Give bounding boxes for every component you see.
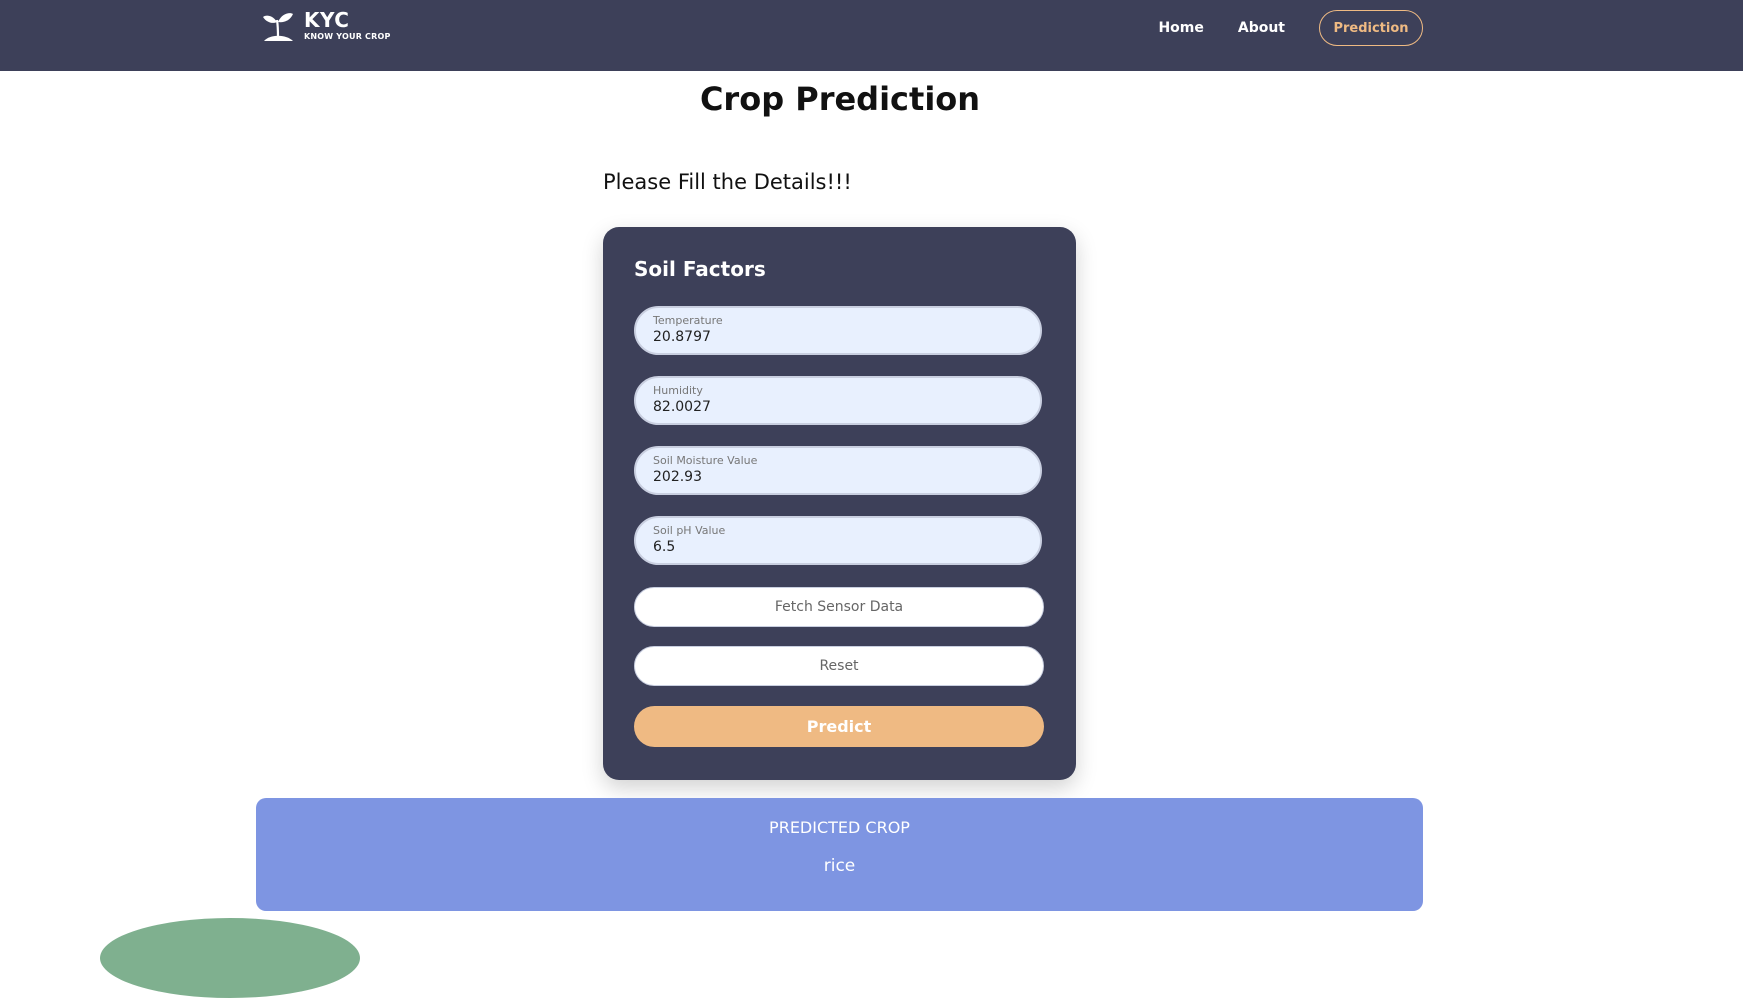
soil-moisture-input[interactable] bbox=[653, 469, 1013, 485]
humidity-input[interactable] bbox=[653, 399, 1013, 415]
result-value: rice bbox=[823, 856, 856, 876]
decorative-curve bbox=[100, 918, 360, 998]
humidity-label: Humidity bbox=[653, 384, 703, 397]
temperature-field[interactable]: Temperature bbox=[634, 306, 1042, 355]
soil-ph-field[interactable]: Soil pH Value bbox=[634, 516, 1042, 565]
soil-moisture-label: Soil Moisture Value bbox=[653, 454, 758, 467]
brand-title: KYC bbox=[304, 8, 350, 32]
nav-home-link[interactable]: Home bbox=[1158, 20, 1203, 36]
nav-prediction-button[interactable]: Prediction bbox=[1319, 10, 1423, 46]
fetch-sensor-data-button[interactable]: Fetch Sensor Data bbox=[634, 587, 1044, 627]
reset-button[interactable]: Reset bbox=[634, 646, 1044, 686]
nav-about-link[interactable]: About bbox=[1238, 20, 1285, 36]
card-title: Soil Factors bbox=[634, 257, 766, 281]
soil-moisture-field[interactable]: Soil Moisture Value bbox=[634, 446, 1042, 495]
temperature-input[interactable] bbox=[653, 329, 1013, 345]
result-label: PREDICTED CROP bbox=[769, 818, 910, 837]
temperature-label: Temperature bbox=[653, 314, 723, 327]
plant-sprout-icon bbox=[263, 13, 293, 41]
nav-links: Home About Prediction bbox=[1158, 10, 1423, 46]
brand-subtitle: KNOW YOUR CROP bbox=[304, 32, 391, 41]
humidity-field[interactable]: Humidity bbox=[634, 376, 1042, 425]
result-box: PREDICTED CROP rice bbox=[256, 798, 1423, 911]
predict-button[interactable]: Predict bbox=[634, 706, 1044, 747]
page-subtitle: Please Fill the Details!!! bbox=[603, 170, 852, 194]
soil-factors-card: Soil Factors Temperature Humidity Soil M… bbox=[603, 227, 1076, 780]
page-title: Crop Prediction bbox=[699, 80, 981, 118]
brand[interactable]: KYC KNOW YOUR CROP bbox=[260, 8, 391, 44]
navbar: KYC KNOW YOUR CROP Home About Prediction bbox=[0, 0, 1743, 71]
soil-ph-input[interactable] bbox=[653, 539, 1013, 555]
soil-ph-label: Soil pH Value bbox=[653, 524, 726, 537]
brand-text: KYC KNOW YOUR CROP bbox=[304, 9, 391, 43]
